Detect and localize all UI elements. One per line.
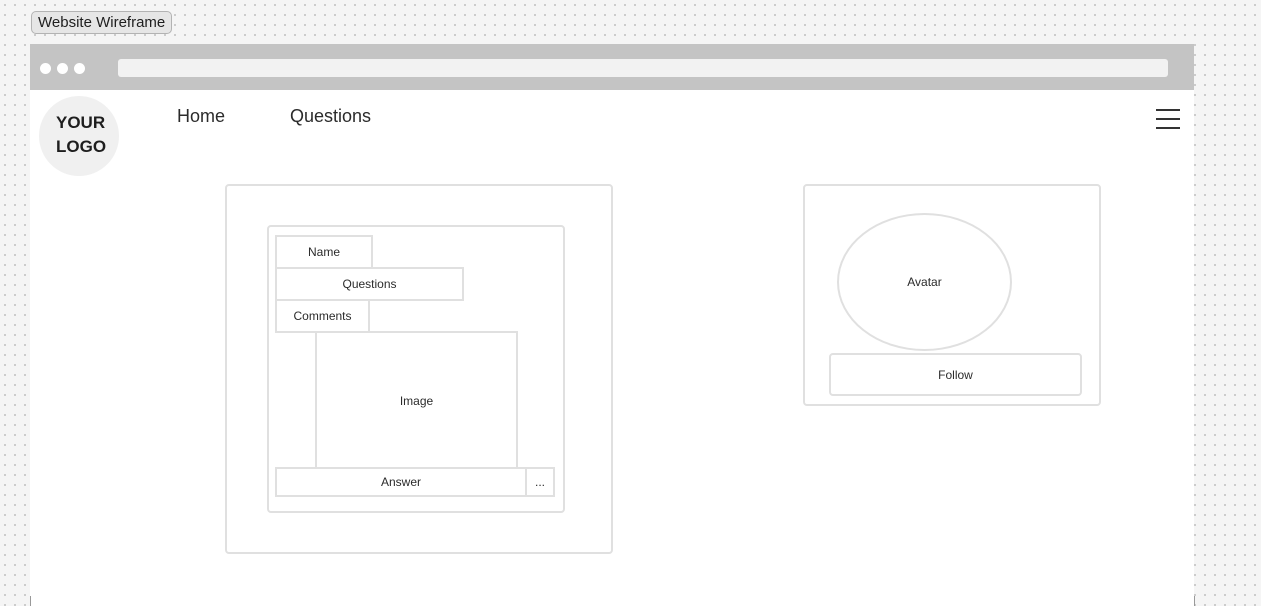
comments-field[interactable]: Comments: [275, 299, 370, 333]
name-field[interactable]: Name: [275, 235, 373, 269]
logo[interactable]: YOUR LOGO: [39, 96, 119, 176]
window-dot-icon: [74, 63, 85, 74]
avatar: Avatar: [837, 213, 1012, 351]
logo-text: YOUR LOGO: [56, 113, 107, 156]
browser-title-bar: [30, 44, 1194, 90]
window-dot-icon: [40, 63, 51, 74]
more-button[interactable]: ...: [525, 467, 555, 497]
address-bar[interactable]: [118, 59, 1168, 77]
nav-link-home[interactable]: Home: [177, 106, 225, 126]
nav-link-questions[interactable]: Questions: [290, 106, 371, 126]
follow-button[interactable]: Follow: [829, 353, 1082, 396]
canvas-edge-divider: [1194, 596, 1195, 606]
answer-field[interactable]: Answer: [275, 467, 527, 497]
hamburger-menu-icon[interactable]: [1156, 109, 1180, 139]
window-dot-icon: [57, 63, 68, 74]
questions-field[interactable]: Questions: [275, 267, 464, 301]
frame-title[interactable]: Website Wireframe: [31, 11, 173, 34]
image-placeholder: Image: [315, 331, 518, 470]
canvas-edge-divider: [30, 596, 31, 606]
